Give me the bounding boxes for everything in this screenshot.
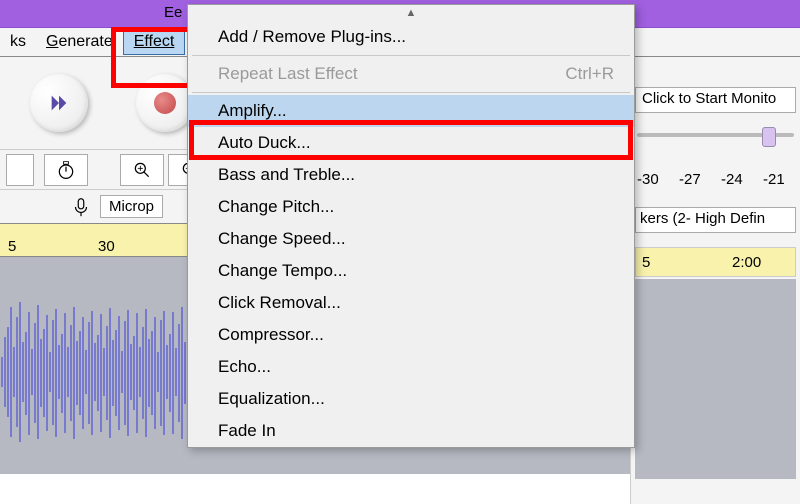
right-ruler[interactable]: 5 2:00 <box>635 247 796 277</box>
monitor-button[interactable]: Click to Start Monito <box>635 87 796 113</box>
menu-effect[interactable]: Effect <box>123 29 186 55</box>
ruler-tick: 30 <box>98 238 115 255</box>
right-pane: Click to Start Monito -30 -27 -24 -21 ke… <box>630 57 800 504</box>
zoom-in-tool[interactable] <box>120 154 164 186</box>
zoom-in-icon <box>132 160 152 180</box>
skip-end-button[interactable] <box>30 74 88 132</box>
db-tick: -27 <box>679 171 701 188</box>
menu-item-label: Repeat Last Effect <box>218 64 358 83</box>
menu-item-change-speed[interactable]: Change Speed... <box>188 223 634 255</box>
record-icon <box>154 92 176 114</box>
scroll-up-arrow[interactable]: ▲ <box>188 5 634 21</box>
menu-divider <box>192 92 630 93</box>
monitor-slider[interactable] <box>637 133 794 143</box>
mic-device-selector[interactable]: Microp <box>100 195 163 218</box>
menu-item-click-removal[interactable]: Click Removal... <box>188 287 634 319</box>
menu-item-change-tempo[interactable]: Change Tempo... <box>188 255 634 287</box>
menu-tracks[interactable]: ks <box>0 30 36 54</box>
db-tick: -21 <box>763 171 785 188</box>
tool-slot[interactable] <box>6 154 34 186</box>
menu-item-equalization[interactable]: Equalization... <box>188 383 634 415</box>
speaker-device-selector[interactable]: kers (2- High Defin <box>635 207 796 233</box>
menu-item-repeat-last-effect: Repeat Last Effect Ctrl+R <box>188 58 634 90</box>
waveform-display <box>0 257 190 474</box>
stopwatch-icon <box>56 160 76 180</box>
timer-tool[interactable] <box>44 154 88 186</box>
menu-item-add-remove-plugins[interactable]: Add / Remove Plug-ins... <box>188 21 634 53</box>
menu-divider <box>192 55 630 56</box>
db-scale: -30 -27 -24 -21 <box>635 163 796 193</box>
skip-end-icon <box>48 92 70 114</box>
menu-item-echo[interactable]: Echo... <box>188 351 634 383</box>
db-tick: -24 <box>721 171 743 188</box>
ruler-tick: 2:00 <box>732 254 761 271</box>
slider-thumb[interactable] <box>762 127 776 147</box>
record-button[interactable] <box>136 74 194 132</box>
ruler-tick: 5 <box>8 238 16 255</box>
menu-item-compressor[interactable]: Compressor... <box>188 319 634 351</box>
ruler-tick: 5 <box>642 254 650 271</box>
menu-item-amplify[interactable]: Amplify... <box>188 95 634 127</box>
right-waveform[interactable] <box>635 279 796 479</box>
menu-item-bass-and-treble[interactable]: Bass and Treble... <box>188 159 634 191</box>
window-title: Ee <box>164 4 182 21</box>
effect-menu-dropdown: ▲ Add / Remove Plug-ins... Repeat Last E… <box>187 4 635 448</box>
menu-generate[interactable]: Generate <box>36 30 123 54</box>
microphone-icon <box>70 196 92 218</box>
db-tick: -30 <box>637 171 659 188</box>
menu-shortcut: Ctrl+R <box>565 64 614 84</box>
menu-item-change-pitch[interactable]: Change Pitch... <box>188 191 634 223</box>
menu-item-auto-duck[interactable]: Auto Duck... <box>188 127 634 159</box>
menu-item-fade-in[interactable]: Fade In <box>188 415 634 447</box>
